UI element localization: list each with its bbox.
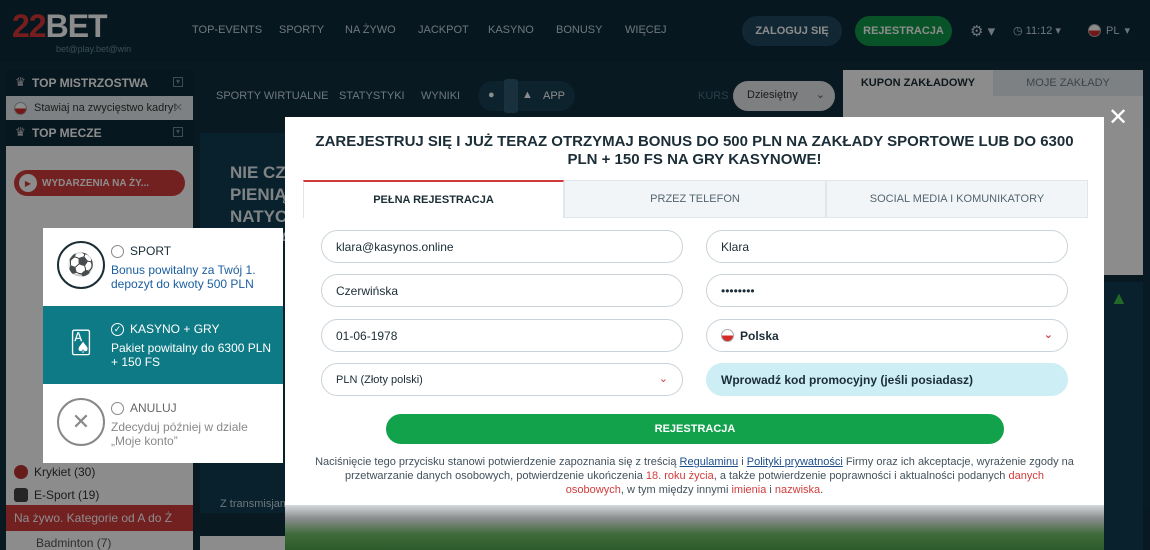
bonus-option-desc: Pakiet powitalny do 6300 PLN + 150 FS	[111, 341, 272, 369]
legal-text: , w tym między innymi	[620, 484, 732, 496]
registration-tabs: PEŁNA REJESTRACJA PRZEZ TELEFON SOCIAL M…	[303, 180, 1088, 218]
legal-text: .	[820, 484, 824, 496]
last-name-field[interactable]: Czerwińska	[321, 274, 683, 307]
first-name-highlight: imienia	[731, 484, 767, 496]
promo-code-field[interactable]: Wprowadź kod promocyjny (jeśli posiadasz…	[706, 363, 1068, 396]
chevron-down-icon: ⌄	[658, 373, 668, 385]
bonus-option-sport[interactable]: ⚽ SPORT Bonus powitalny za Twój 1. depoz…	[43, 228, 283, 306]
tab-full-registration[interactable]: PEŁNA REJESTRACJA	[303, 180, 564, 218]
poland-flag-icon	[721, 329, 734, 342]
terms-link[interactable]: Regulaminu	[680, 456, 739, 468]
radio-button[interactable]	[111, 245, 124, 258]
radio-button-checked[interactable]: ✓	[111, 323, 124, 336]
legal-text: i	[766, 484, 775, 496]
registration-modal: ZAREJESTRUJ SIĘ I JUŻ TERAZ OTRZYMAJ BON…	[285, 117, 1104, 550]
legal-text: , a także potwierdzenie poprawności i ak…	[713, 470, 1009, 482]
legal-text: Naciśnięcie tego przycisku stanowi potwi…	[315, 456, 680, 468]
bonus-option-cancel[interactable]: ✕ ANULUJ Zdecyduj później w dziale „Moje…	[43, 385, 283, 463]
tab-by-phone[interactable]: PRZEZ TELEFON	[564, 180, 826, 218]
age-highlight: 18. roku życia	[645, 470, 714, 482]
bonus-option-name: KASYNO + GRY	[130, 322, 220, 336]
bonus-option-name: ANULUJ	[130, 401, 177, 415]
first-name-value: Klara	[721, 239, 750, 254]
legal-notice: Naciśnięcie tego przycisku stanowi potwi…	[315, 455, 1074, 497]
close-icon[interactable]: ✕	[1104, 104, 1132, 134]
bonus-option-name: SPORT	[130, 244, 172, 258]
radio-button[interactable]	[111, 402, 124, 415]
register-submit-button[interactable]: REJESTRACJA	[386, 414, 1004, 444]
email-field[interactable]: klara@kasynos.online	[321, 230, 683, 263]
birthdate-value: 01-06-1978	[336, 328, 398, 343]
last-name-highlight: nazwiska	[774, 484, 821, 496]
modal-title: ZAREJESTRUJ SIĘ I JUŻ TERAZ OTRZYMAJ BON…	[315, 133, 1074, 168]
email-value: klara@kasynos.online	[336, 239, 454, 254]
last-name-value: Czerwińska	[336, 283, 399, 298]
password-value: ••••••••	[721, 283, 755, 298]
soccer-ball-icon: ⚽	[57, 241, 105, 289]
bonus-option-desc: Zdecyduj później w dziale „Moje konto”	[111, 420, 248, 448]
birthdate-field[interactable]: 01-06-1978	[321, 319, 683, 352]
close-icon: ✕	[57, 398, 105, 446]
cards-dice-icon: 🂡	[69, 330, 93, 355]
currency-value: PLN (Złoty polski)	[336, 373, 423, 386]
country-select[interactable]: Polska ⌄	[706, 319, 1068, 352]
bonus-option-desc: Bonus powitalny za Twój 1. depozyt do kw…	[111, 263, 256, 291]
tab-social-media[interactable]: SOCIAL MEDIA I KOMUNIKATORY	[826, 180, 1088, 218]
country-value: Polska	[740, 328, 779, 343]
legal-text: i	[738, 456, 747, 468]
stadium-image	[285, 505, 1104, 550]
first-name-field[interactable]: Klara	[706, 230, 1068, 263]
bonus-option-casino[interactable]: 🂡 ✓ KASYNO + GRY Pakiet powitalny do 630…	[43, 306, 283, 384]
bonus-chooser: ⚽ SPORT Bonus powitalny za Twój 1. depoz…	[43, 228, 283, 463]
password-field[interactable]: ••••••••	[706, 274, 1068, 307]
privacy-policy-link[interactable]: Polityki prywatności	[747, 456, 843, 468]
promo-code-placeholder: Wprowadź kod promocyjny (jeśli posiadasz…	[721, 372, 974, 387]
chevron-down-icon: ⌄	[1043, 329, 1053, 341]
currency-select[interactable]: PLN (Złoty polski) ⌄	[321, 363, 683, 396]
